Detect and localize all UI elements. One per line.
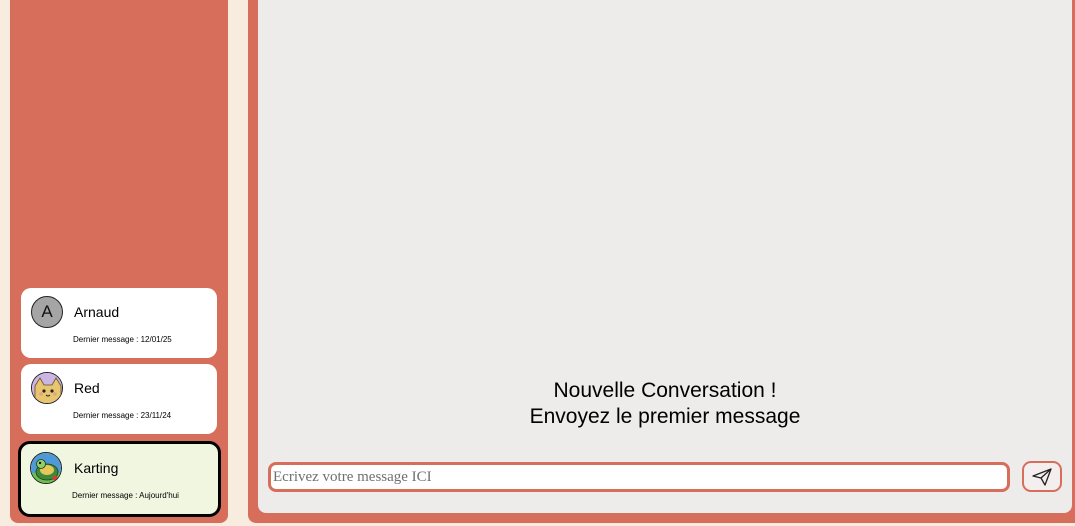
message-input[interactable] — [268, 462, 1010, 492]
empty-subtitle: Envoyez le premier message — [529, 405, 801, 428]
send-button[interactable] — [1022, 461, 1062, 492]
turtle-avatar-icon — [30, 452, 62, 484]
conversation-last-message: Dernier message : 23/11/24 — [73, 411, 172, 420]
paper-plane-icon — [1032, 467, 1052, 486]
avatar: A — [31, 296, 63, 328]
conversation-item-arnaud[interactable]: A Arnaud Dernier message : 12/01/25 — [21, 288, 217, 358]
conversation-name: Karting — [74, 460, 119, 476]
empty-conversation-message: Nouvelle Conversation ! Envoyez le premi… — [258, 378, 1072, 430]
conversation-item-red[interactable]: Red Dernier message : 23/11/24 — [21, 364, 217, 434]
conversation-name: Arnaud — [74, 304, 120, 320]
conversation-sidebar: A Arnaud Dernier message : 12/01/25 Red … — [10, 0, 228, 523]
conversation-last-message: Dernier message : Aujourd'hui — [72, 491, 179, 500]
conversation-item-karting[interactable]: Karting Dernier message : Aujourd'hui — [18, 441, 221, 517]
avatar-letter: A — [41, 302, 53, 321]
message-area: Nouvelle Conversation ! Envoyez le premi… — [258, 0, 1072, 513]
conversation-name: Red — [74, 380, 100, 396]
cat-avatar-icon — [31, 372, 63, 404]
chat-panel: Nouvelle Conversation ! Envoyez le premi… — [248, 0, 1075, 523]
empty-title: Nouvelle Conversation ! — [553, 379, 777, 402]
conversation-last-message: Dernier message : 12/01/25 — [73, 335, 172, 344]
